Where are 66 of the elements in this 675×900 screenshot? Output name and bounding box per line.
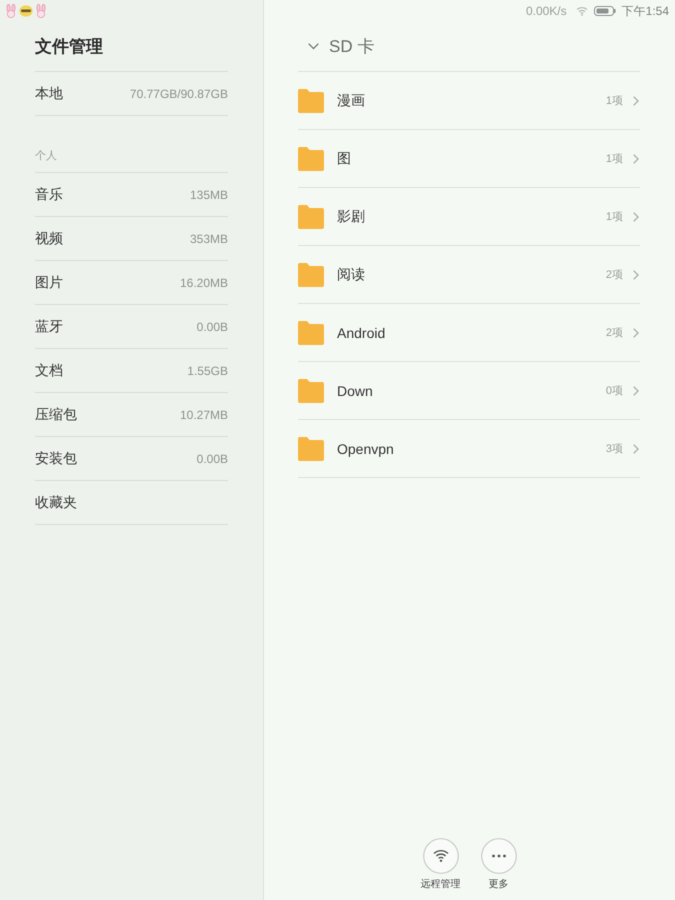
item-count: 1项 (606, 210, 623, 224)
section-header[interactable]: SD 卡 (298, 22, 640, 72)
folder-name: Down (337, 382, 373, 398)
folder-icon (298, 320, 324, 344)
folder-row[interactable]: 阅读 2项 (298, 246, 640, 304)
sidebar-item[interactable]: 视频 353MB (35, 217, 228, 261)
sidebar-item[interactable]: 安装包 0.00B (35, 437, 228, 481)
folder-icon (298, 146, 324, 170)
folder-name: 图 (337, 150, 351, 168)
folder-row[interactable]: Down 0项 (298, 362, 640, 420)
wifi-icon (576, 6, 588, 16)
rabbit-icon (35, 4, 47, 18)
item-count: 3项 (606, 442, 623, 456)
item-count: 0项 (606, 384, 623, 398)
item-size: 1.55GB (187, 364, 228, 378)
folder-name: Android (337, 324, 386, 340)
folder-name: Openvpn (337, 440, 394, 456)
chevron-right-icon (633, 212, 639, 222)
action-button[interactable]: 更多 (474, 838, 522, 891)
folder-icon (298, 88, 324, 112)
folder-row[interactable]: 漫画 1项 (298, 72, 640, 130)
chevron-right-icon (633, 444, 639, 454)
item-size: 0.00B (196, 452, 228, 466)
more-icon (480, 838, 516, 874)
chevron-right-icon (633, 328, 639, 338)
clock-time: 下午1:54 (622, 2, 669, 20)
item-size: 0.00B (196, 320, 228, 334)
folder-row[interactable]: 影剧 1项 (298, 188, 640, 246)
sidebar-item[interactable]: 压缩包 10.27MB (35, 393, 228, 437)
folder-row[interactable]: 图 1项 (298, 130, 640, 188)
network-speed: 0.00K/s (526, 4, 567, 18)
item-size: 70.77GB/90.87GB (130, 86, 228, 100)
sidebar-item[interactable]: 收藏夹 (35, 481, 228, 525)
emoji-icon (19, 4, 33, 18)
battery-icon (594, 6, 616, 16)
folder-row[interactable]: Android 2项 (298, 304, 640, 362)
folder-icon (298, 262, 324, 286)
item-count: 1项 (606, 94, 623, 108)
section-label: 个人 (35, 116, 228, 173)
item-size: 10.27MB (180, 408, 228, 422)
folder-row[interactable]: Openvpn 3项 (298, 420, 640, 478)
item-size: 135MB (190, 188, 228, 202)
folder-icon (298, 204, 324, 228)
wifi-icon (422, 838, 458, 874)
item-count: 1项 (606, 152, 623, 166)
folder-name: 影剧 (337, 208, 365, 226)
rabbit-icon (5, 4, 17, 18)
chevron-right-icon (633, 386, 639, 396)
sidebar-item[interactable]: 图片 16.20MB (35, 261, 228, 305)
item-count: 2项 (606, 326, 623, 340)
item-count: 2项 (606, 268, 623, 282)
sidebar-item[interactable]: 本地 70.77GB/90.87GB (35, 72, 228, 116)
chevron-right-icon (633, 96, 639, 106)
sidebar-item[interactable]: 音乐 135MB (35, 173, 228, 217)
item-size: 16.20MB (180, 276, 228, 290)
folder-icon (298, 436, 324, 460)
sidebar-title: 文件管理 (35, 22, 228, 72)
sidebar-item[interactable]: 文档 1.55GB (35, 349, 228, 393)
folder-name: 漫画 (337, 92, 365, 110)
chevron-right-icon (633, 154, 639, 164)
item-size: 353MB (190, 232, 228, 246)
action-button[interactable]: 远程管理 (416, 838, 464, 891)
folder-name: 阅读 (337, 266, 365, 284)
chevron-right-icon (633, 270, 639, 280)
folder-icon (298, 378, 324, 402)
sidebar-item[interactable]: 蓝牙 0.00B (35, 305, 228, 349)
